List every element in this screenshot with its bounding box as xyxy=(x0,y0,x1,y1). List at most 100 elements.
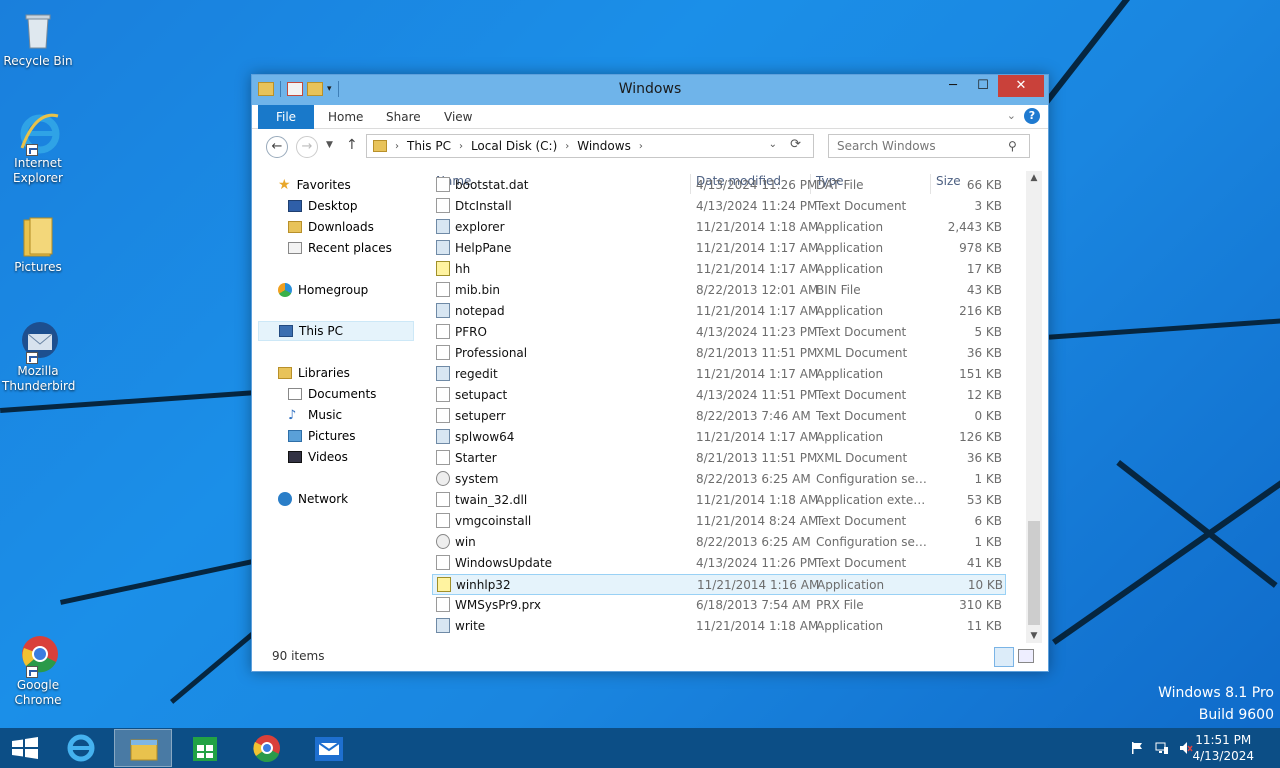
file-size: 36 KB xyxy=(966,451,1002,465)
close-button[interactable]: ✕ xyxy=(998,75,1044,97)
table-row[interactable]: DtcInstall 4/13/2024 11:24 PM Text Documen… xyxy=(432,196,1006,217)
desktop-icon-recycle-bin[interactable]: Recycle Bin xyxy=(0,8,76,69)
file-size: 126 KB xyxy=(959,430,1002,444)
chevron-right-icon[interactable]: › xyxy=(639,141,643,152)
file-date: 4/13/2024 11:23 PM xyxy=(696,325,818,339)
table-row[interactable]: winhlp32 11/21/2014 1:16 AM Application 10 … xyxy=(432,574,1006,595)
table-row[interactable]: explorer 11/21/2014 1:18 AM Application 2,4… xyxy=(432,217,1006,238)
table-row[interactable]: bootstat.dat 4/13/2024 11:26 PM DAT File 66… xyxy=(432,175,1006,196)
desktop-icon-pictures[interactable]: Pictures xyxy=(0,214,76,275)
action-center-flag-icon[interactable] xyxy=(1130,741,1144,755)
file-type: XML Document xyxy=(816,451,908,465)
file-name: WindowsUpdate xyxy=(455,556,553,570)
taskbar-chrome[interactable] xyxy=(238,729,296,767)
tab-share[interactable]: Share xyxy=(386,105,421,129)
nav-documents[interactable]: Documents xyxy=(288,384,376,404)
table-row[interactable]: notepad 11/21/2014 1:17 AM Application 216 … xyxy=(432,301,1006,322)
file-date: 4/13/2024 11:51 PM xyxy=(696,388,818,402)
table-row[interactable]: setupact 4/13/2024 11:51 PM Text Document 1… xyxy=(432,385,1006,406)
title-bar[interactable]: ▾ Windows ─ ☐ ✕ xyxy=(252,75,1048,105)
store-icon xyxy=(193,737,217,761)
file-name: mib.bin xyxy=(455,283,501,297)
tab-file[interactable]: File xyxy=(258,105,314,129)
table-row[interactable]: write 11/21/2014 1:18 AM Application 11 KB xyxy=(432,616,1006,637)
nav-desktop[interactable]: Desktop xyxy=(288,196,358,216)
application-icon xyxy=(436,219,450,234)
chevron-right-icon[interactable]: › xyxy=(459,141,463,152)
table-row[interactable]: WindowsUpdate 4/13/2024 11:26 PM Text Docu… xyxy=(432,553,1006,574)
table-row[interactable]: win 8/22/2013 6:25 AM Configuration sett..… xyxy=(432,532,1006,553)
search-input[interactable]: Search Windows xyxy=(828,134,1030,158)
recent-locations-icon[interactable]: ▼ xyxy=(326,140,333,150)
wallpaper-line xyxy=(1052,467,1280,645)
table-row[interactable]: HelpPane 11/21/2014 1:17 AM Application 978… xyxy=(432,238,1006,259)
taskbar-internet-explorer[interactable] xyxy=(52,729,110,767)
music-icon: ♪ xyxy=(288,407,297,423)
table-row[interactable]: PFRO 4/13/2024 11:23 PM Text Document 5 KB xyxy=(432,322,1006,343)
table-row[interactable]: regedit 11/21/2014 1:17 AM Application 151 … xyxy=(432,364,1006,385)
network-icon[interactable] xyxy=(1155,741,1169,755)
nav-this-pc[interactable]: This PC xyxy=(258,321,414,341)
file-size: 66 KB xyxy=(966,178,1002,192)
scroll-up-icon[interactable]: ▲ xyxy=(1026,173,1042,183)
navigation-bar: ← → ▼ ↑ › This PC › Local Disk (C:) › Wi… xyxy=(252,129,1048,163)
up-button[interactable]: ↑ xyxy=(346,137,358,153)
nav-network[interactable]: Network xyxy=(278,489,348,509)
file-name: write xyxy=(455,619,486,633)
address-dropdown-icon[interactable]: ⌄ xyxy=(769,139,777,150)
maximize-button[interactable]: ☐ xyxy=(968,75,998,97)
vertical-scrollbar[interactable]: ▲ ▼ xyxy=(1026,171,1042,643)
back-button[interactable]: ← xyxy=(266,136,288,158)
nav-homegroup[interactable]: Homegroup xyxy=(278,280,368,300)
ribbon-tabs: File Home Share View ⌄ ? xyxy=(252,105,1048,129)
desktop-icon-chrome[interactable]: Google Chrome xyxy=(0,632,76,708)
table-row[interactable]: vmgcoinstall 11/21/2014 8:24 AM Text Docum… xyxy=(432,511,1006,532)
table-row[interactable]: Professional 8/21/2013 11:51 PM XML Docume… xyxy=(432,343,1006,364)
minimize-button[interactable]: ─ xyxy=(938,75,968,97)
nav-pictures[interactable]: Pictures xyxy=(288,426,356,446)
nav-music[interactable]: ♪ Music xyxy=(288,405,342,425)
chevron-right-icon[interactable]: › xyxy=(565,141,569,152)
refresh-icon[interactable]: ⟳ xyxy=(790,137,801,152)
file-date: 11/21/2014 8:24 AM xyxy=(696,514,819,528)
taskbar-file-explorer[interactable] xyxy=(114,729,172,767)
tab-view[interactable]: View xyxy=(444,105,472,129)
help-icon[interactable]: ? xyxy=(1024,108,1040,124)
table-row[interactable]: twain_32.dll 11/21/2014 1:18 AM Applicatio… xyxy=(432,490,1006,511)
forward-button[interactable]: → xyxy=(296,136,318,158)
nav-libraries[interactable]: Libraries xyxy=(278,363,350,383)
nav-favorites[interactable]: ★ Favorites xyxy=(278,175,351,195)
nav-recent-places[interactable]: Recent places xyxy=(288,238,392,258)
file-size: 1 KB xyxy=(974,535,1002,549)
file-date: 4/13/2024 11:26 PM xyxy=(696,178,818,192)
taskbar-mail[interactable] xyxy=(300,729,358,767)
table-row[interactable]: splwow64 11/21/2014 1:17 AM Application 126… xyxy=(432,427,1006,448)
large-icons-view-icon[interactable] xyxy=(1018,649,1034,663)
details-view-icon[interactable] xyxy=(994,647,1014,667)
taskbar: 11:51 PM 4/13/2024 xyxy=(0,728,1280,768)
table-row[interactable]: mib.bin 8/22/2013 12:01 AM BIN File 43 KB xyxy=(432,280,1006,301)
address-bar[interactable]: › This PC › Local Disk (C:) › Windows › … xyxy=(366,134,814,158)
taskbar-store[interactable] xyxy=(176,729,234,767)
nav-downloads[interactable]: Downloads xyxy=(288,217,374,237)
table-row[interactable]: Starter 8/21/2013 11:51 PM XML Document 36 … xyxy=(432,448,1006,469)
table-row[interactable]: system 8/22/2013 6:25 AM Configuration set… xyxy=(432,469,1006,490)
table-row[interactable]: hh 11/21/2014 1:17 AM Application 17 KB xyxy=(432,259,1006,280)
volume-muted-icon[interactable] xyxy=(1179,741,1193,755)
table-row[interactable]: WMSysPr9.prx 6/18/2013 7:54 AM PRX File 310… xyxy=(432,595,1006,616)
document-icon xyxy=(436,555,450,570)
scroll-thumb[interactable] xyxy=(1028,521,1040,625)
desktop-icon-internet-explorer[interactable]: Internet Explorer xyxy=(0,110,76,186)
file-type: Application xyxy=(817,578,885,592)
breadcrumb-windows[interactable]: Windows xyxy=(577,139,631,153)
expand-ribbon-icon[interactable]: ⌄ xyxy=(1007,109,1016,122)
scroll-down-icon[interactable]: ▼ xyxy=(1026,631,1042,641)
breadcrumb-local-disk[interactable]: Local Disk (C:) xyxy=(471,139,557,153)
system-clock[interactable]: 11:51 PM 4/13/2024 xyxy=(1192,732,1254,764)
nav-videos[interactable]: Videos xyxy=(288,447,348,467)
desktop-icon-thunderbird[interactable]: Mozilla Thunderbird xyxy=(0,318,76,394)
breadcrumb-this-pc[interactable]: This PC xyxy=(407,139,451,153)
start-button[interactable] xyxy=(0,729,50,767)
table-row[interactable]: setuperr 8/22/2013 7:46 AM Text Document 0 … xyxy=(432,406,1006,427)
tab-home[interactable]: Home xyxy=(328,105,363,129)
